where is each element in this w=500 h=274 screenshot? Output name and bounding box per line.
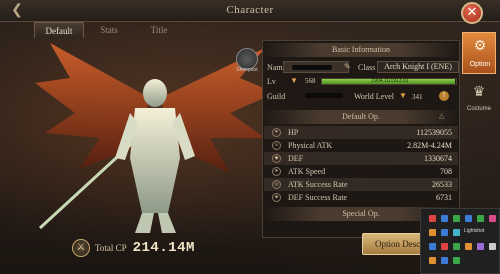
tab-title[interactable]: Title	[134, 22, 184, 38]
stat-value: 2.82M-4.24M	[407, 141, 452, 150]
default-op-header: Default Op.	[262, 110, 460, 124]
tray-tooltip: Lightshot	[464, 228, 485, 234]
speed-icon: ➤	[272, 167, 281, 176]
stat-label: Physical ATK	[288, 141, 333, 150]
exp-text: 1904.11/1913.91	[371, 78, 409, 84]
heart-icon: ♥	[272, 128, 281, 137]
side-menu-option[interactable]: ⚙ Option	[462, 32, 496, 74]
class-label: Class	[358, 63, 376, 72]
level-icon: ▼	[290, 76, 298, 85]
side-menu-costume-label: Costume	[466, 106, 491, 112]
tray-icon[interactable]	[453, 229, 460, 236]
stat-label: DEF Success Rate	[288, 193, 348, 202]
stat-label: ATK Speed	[288, 167, 326, 176]
sword-icon: ⚔	[272, 141, 281, 150]
tray-icon[interactable]	[429, 257, 436, 264]
stat-label: DEF	[288, 154, 304, 163]
target-icon: ◎	[272, 180, 281, 189]
info-icon[interactable]: !	[439, 91, 449, 101]
tab-default[interactable]: Default	[34, 22, 84, 38]
stat-row: ◆ DEF 1330674	[264, 152, 458, 165]
stat-value: 708	[440, 167, 452, 176]
world-level-icon: ▼	[399, 91, 407, 100]
tab-stats[interactable]: Stats	[84, 22, 134, 38]
name-field	[283, 61, 349, 73]
shield-icon: ◆	[272, 154, 281, 163]
tray-icon[interactable]	[453, 215, 460, 222]
stat-value: 6731	[436, 193, 452, 202]
world-level-label: World Level	[354, 92, 395, 101]
side-menu-costume[interactable]: ♛ Costume	[462, 80, 496, 120]
edit-name-icon[interactable]: ✎	[344, 62, 351, 71]
stat-row: ♥ HP 112539055	[264, 126, 458, 139]
tray-icon[interactable]	[453, 257, 460, 264]
tray-icon[interactable]	[441, 257, 448, 264]
tray-icon[interactable]	[429, 243, 436, 250]
tray-icon[interactable]	[477, 243, 484, 250]
class-value: Arch Knight I (ENE)	[377, 61, 459, 73]
stat-label: HP	[288, 128, 299, 137]
stat-row: ◎ ATK Success Rate 26533	[264, 178, 458, 191]
costume-icon: ♛	[472, 85, 486, 100]
tray-icon[interactable]	[453, 243, 460, 250]
lv-label: Lv	[267, 77, 276, 86]
level-value: 568	[305, 77, 316, 85]
world-level-value: 341	[412, 93, 423, 101]
total-cp: ⚔ Total CP 214.14M	[72, 238, 195, 258]
stat-value: 1330674	[424, 154, 452, 163]
collapse-up-icon[interactable]: △	[439, 112, 444, 120]
guard-icon: ◈	[272, 193, 281, 202]
guild-redacted	[305, 93, 343, 98]
total-cp-label: Total CP	[95, 243, 127, 253]
tray-icon[interactable]	[441, 229, 448, 236]
tray-icon[interactable]	[441, 243, 448, 250]
tray-icon[interactable]	[489, 243, 496, 250]
tray-icon[interactable]	[489, 215, 496, 222]
name-redacted	[292, 65, 332, 70]
basic-info-header: Basic Information	[262, 43, 460, 57]
total-cp-value: 214.14M	[132, 240, 195, 256]
tray-icon[interactable]	[477, 215, 484, 222]
exp-bar: 1904.11/1913.91	[321, 78, 457, 85]
system-tray-popup	[420, 208, 500, 274]
close-icon[interactable]: ✕	[461, 2, 483, 24]
tray-icon[interactable]	[441, 215, 448, 222]
tray-icon[interactable]	[465, 243, 472, 250]
stat-label: ATK Success Rate	[288, 180, 348, 189]
tray-icon[interactable]	[429, 229, 436, 236]
guild-label: Guild	[267, 92, 286, 101]
tab-bar: Default Stats Title	[34, 22, 184, 38]
tray-icon[interactable]	[429, 215, 436, 222]
side-menu-option-label: Option	[469, 61, 491, 68]
cp-icon: ⚔	[72, 239, 90, 257]
stat-row: ⚔ Physical ATK 2.82M-4.24M	[264, 139, 458, 152]
stat-value: 26533	[432, 180, 452, 189]
emblem-label: Sheepdot	[236, 67, 258, 73]
stat-row: ➤ ATK Speed 708	[264, 165, 458, 178]
option-icon: ⚙	[473, 39, 487, 54]
window-title: Character	[226, 4, 274, 16]
stat-row: ◈ DEF Success Rate 6731	[264, 191, 458, 204]
stat-value: 112539055	[416, 128, 452, 137]
tray-icon[interactable]	[465, 215, 472, 222]
